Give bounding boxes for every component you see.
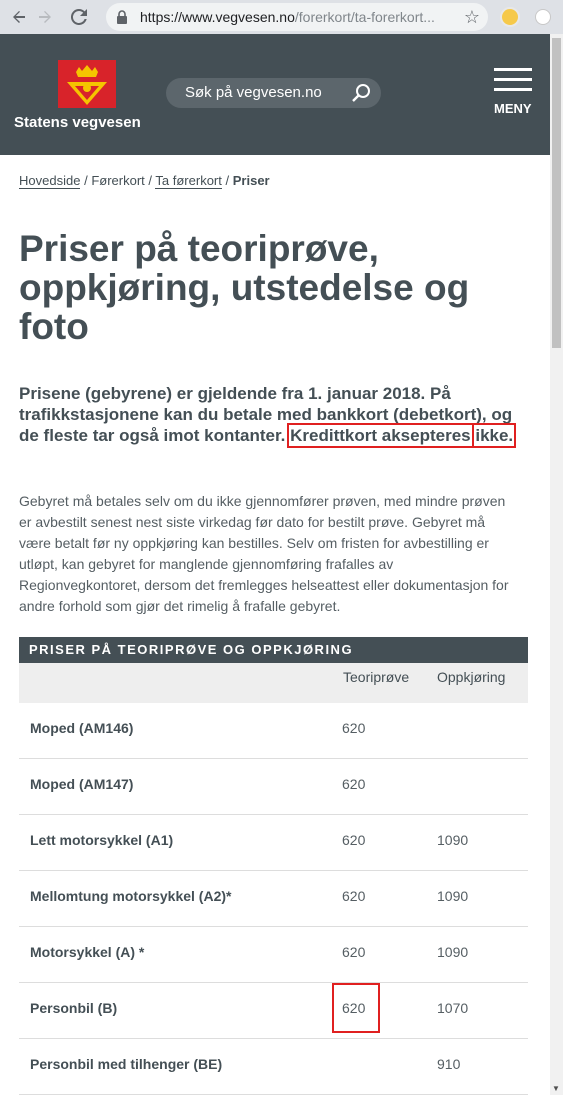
row-category: Moped (AM147) bbox=[30, 776, 134, 792]
search-input[interactable]: Søk på vegvesen.no bbox=[166, 78, 381, 108]
scroll-down-icon[interactable]: ▼ bbox=[552, 1084, 560, 1093]
table-row: Personbil (B) 620 1070 bbox=[19, 983, 528, 1039]
arrow-left-icon bbox=[13, 11, 25, 23]
row-category: Motorsykkel (A) * bbox=[30, 944, 145, 960]
row-category: Personbil med tilhenger (BE) bbox=[30, 1056, 223, 1072]
row-theory-price: 620 bbox=[342, 1000, 366, 1016]
row-theory-price: 620 bbox=[342, 776, 366, 792]
breadcrumb: Hovedside / Førerkort / Ta førerkort / P… bbox=[19, 173, 270, 189]
forward-button[interactable] bbox=[32, 0, 58, 34]
table-header: Teoriprøve Oppkjøring bbox=[19, 663, 528, 703]
scroll-thumb[interactable] bbox=[552, 38, 561, 348]
menu-button[interactable]: MENY bbox=[494, 68, 534, 118]
row-theory-price: 620 bbox=[342, 832, 366, 848]
search-placeholder: Søk på vegvesen.no bbox=[185, 84, 322, 101]
row-driving-price: 1070 bbox=[437, 1000, 469, 1016]
hamburger-icon bbox=[494, 68, 532, 71]
body-paragraph: Gebyret må betales selv om du ikke gjenn… bbox=[19, 493, 509, 614]
column-header-oppkjoring: Oppkjøring bbox=[437, 669, 506, 685]
hamburger-icon-bar bbox=[494, 78, 532, 81]
hamburger-icon-bar bbox=[494, 88, 532, 91]
bookmark-star-icon[interactable]: ☆ bbox=[464, 7, 480, 28]
row-driving-price: 1090 bbox=[437, 888, 469, 904]
row-driving-price: 910 bbox=[437, 1056, 461, 1072]
statens-vegvesen-logo-icon[interactable] bbox=[58, 60, 116, 108]
url-domain: https://www.vegvesen.no bbox=[140, 9, 295, 25]
breadcrumb-current: Priser bbox=[232, 173, 270, 188]
menu-label: MENY bbox=[494, 101, 532, 116]
page-scrollbar[interactable]: ▲ ▼ bbox=[550, 34, 563, 1095]
search-icon[interactable] bbox=[351, 83, 371, 103]
table-row: Motorsykkel (A) * 620 1090 bbox=[19, 927, 528, 983]
reload-button[interactable] bbox=[66, 0, 92, 34]
url-path: /forerkort/ta-forerkort... bbox=[294, 9, 435, 25]
site-header: Statens vegvesen Søk på vegvesen.no MENY bbox=[0, 34, 550, 155]
row-category: Moped (AM146) bbox=[30, 720, 134, 736]
table-title: PRISER PÅ TEORIPRØVE OG OPPKJØRING bbox=[19, 637, 528, 663]
breadcrumb-item-forerkort: Førerkort bbox=[91, 173, 145, 188]
extension-icon[interactable] bbox=[500, 7, 520, 27]
browser-toolbar: https://www.vegvesen.no/forerkort/ta-for… bbox=[0, 0, 563, 34]
breadcrumb-separator: / bbox=[225, 173, 230, 188]
reload-icon bbox=[71, 9, 87, 25]
lead-paragraph: Prisene (gebyrene) er gjeldende fra 1. j… bbox=[19, 383, 528, 448]
page-title: Priser på teoriprøve, oppkjøring, utsted… bbox=[19, 228, 470, 347]
lead-highlight-not: ikke. bbox=[472, 423, 517, 448]
table-row: Mellomtung motorsykkel (A2)* 620 1090 bbox=[19, 871, 528, 927]
row-theory-price: 620 bbox=[342, 888, 366, 904]
arrow-right-icon bbox=[39, 11, 51, 23]
breadcrumb-separator: / bbox=[84, 173, 88, 188]
row-driving-price: 1090 bbox=[437, 832, 469, 848]
lock-icon bbox=[117, 10, 127, 24]
row-category: Lett motorsykkel (A1) bbox=[30, 832, 174, 848]
breadcrumb-link-home[interactable]: Hovedside bbox=[19, 173, 81, 189]
table-row: Moped (AM146) 620 bbox=[19, 703, 528, 759]
lead-highlight-credit-card: Kredittkort aksepteres bbox=[287, 423, 474, 448]
table-row: Personbil med tilhenger (BE) 910 bbox=[19, 1039, 528, 1095]
row-theory-price: 620 bbox=[342, 944, 366, 960]
row-category: Personbil (B) bbox=[30, 1000, 118, 1016]
price-table: PRISER PÅ TEORIPRØVE OG OPPKJØRING Teori… bbox=[19, 637, 528, 1095]
table-row: Lett motorsykkel (A1) 620 1090 bbox=[19, 815, 528, 871]
breadcrumb-link-ta-forerkort[interactable]: Ta førerkort bbox=[155, 173, 222, 189]
site-name[interactable]: Statens vegvesen bbox=[14, 114, 141, 131]
address-bar[interactable]: https://www.vegvesen.no/forerkort/ta-for… bbox=[106, 3, 488, 31]
row-theory-price: 620 bbox=[342, 720, 366, 736]
profile-icon[interactable] bbox=[535, 9, 551, 25]
row-category: Mellomtung motorsykkel (A2)* bbox=[30, 888, 232, 904]
column-header-teoriprove: Teoriprøve bbox=[343, 669, 410, 685]
back-button[interactable] bbox=[6, 0, 32, 34]
table-row: Moped (AM147) 620 bbox=[19, 759, 528, 815]
row-driving-price: 1090 bbox=[437, 944, 469, 960]
breadcrumb-separator: / bbox=[148, 173, 153, 188]
